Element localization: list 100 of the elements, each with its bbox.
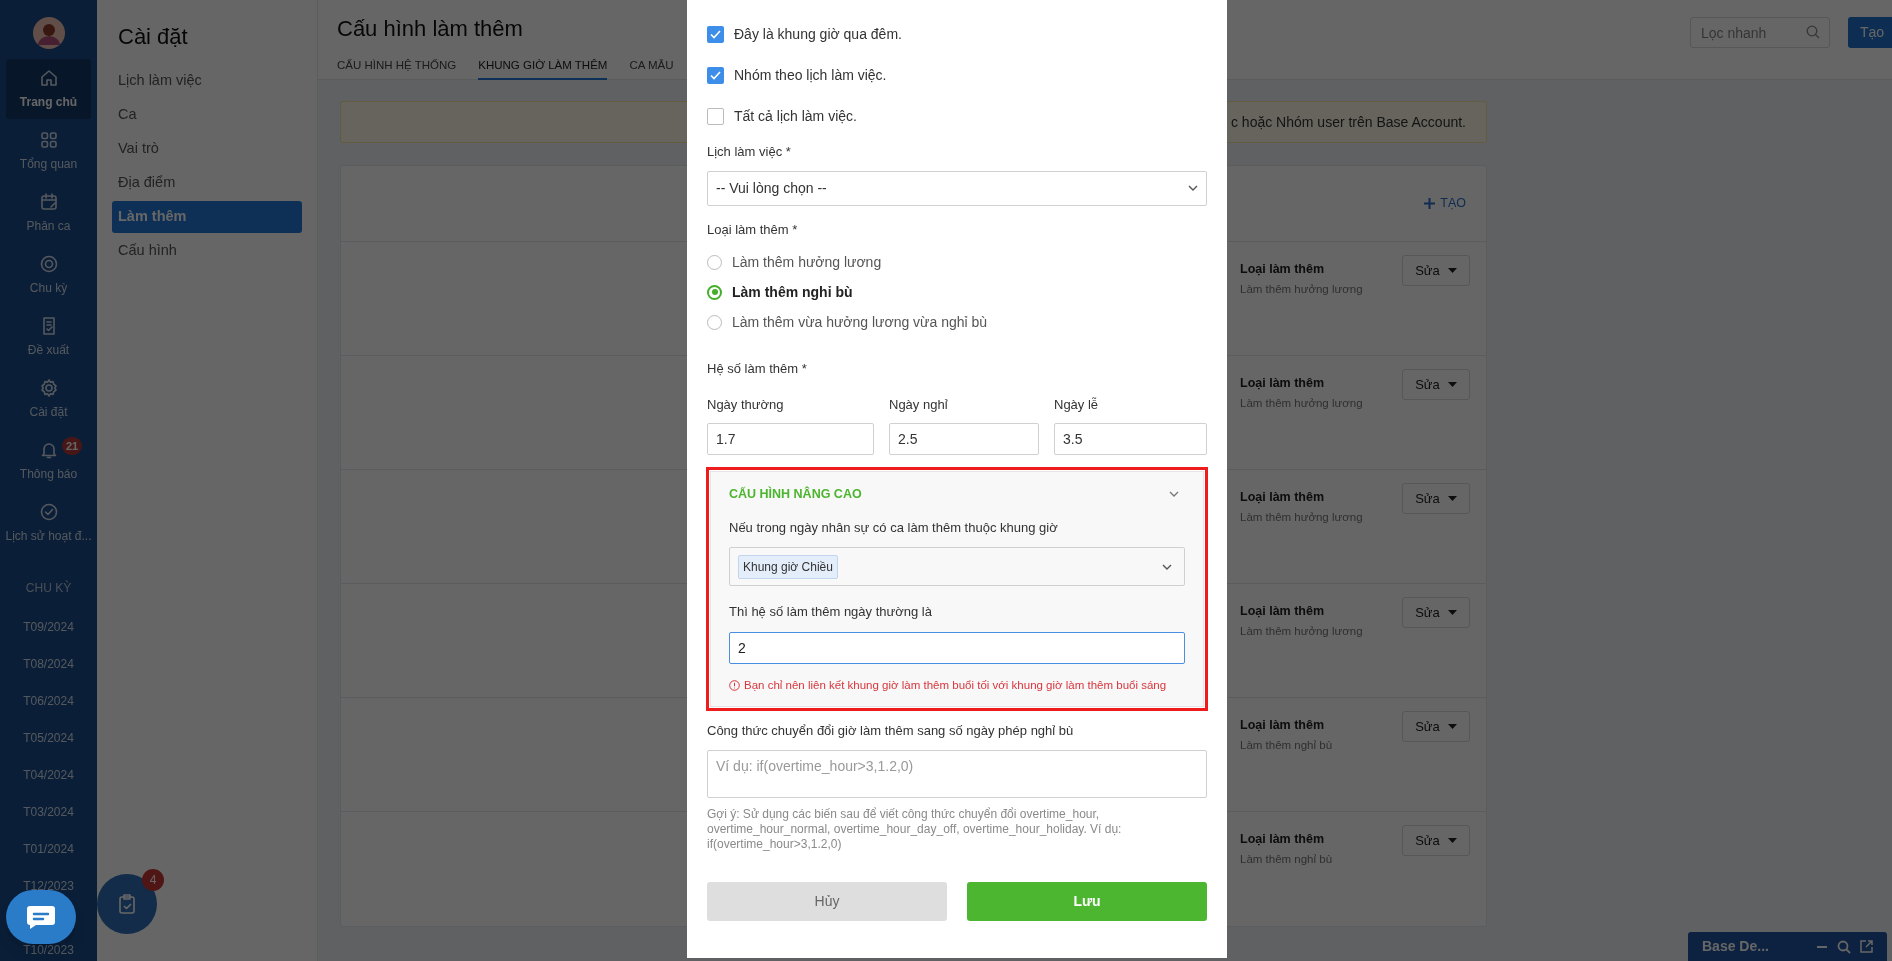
input-field[interactable]: 1.7 [707,423,874,455]
menu-item[interactable]: Làm thêm [112,201,302,233]
period-link[interactable]: T06/2024 [23,694,74,708]
tab[interactable]: CẤU HÌNH HỆ THỐNG [337,53,457,80]
radio-button[interactable] [707,284,722,300]
circle-icon [38,253,59,274]
chat-bar[interactable]: Base De... [1688,932,1887,961]
input-field[interactable]: 2 [729,631,1185,664]
caret-icon [1447,610,1457,615]
checkbox-label: Tất cả lịch làm việc. [734,106,857,126]
period-link[interactable]: T10/2023 [23,943,74,957]
chevron-down-icon[interactable] [1169,491,1179,498]
row-title: Loại làm thêm [1240,489,1326,506]
checkbox[interactable] [707,25,724,43]
checkbox-label: Nhóm theo lịch làm việc. [734,65,887,85]
nav-item[interactable]: Phân ca [6,183,91,243]
row-title: Loại làm thêm [1240,261,1326,278]
caret-icon [1447,496,1457,501]
notification-badge: 21 [62,437,83,455]
period-link[interactable]: T01/2024 [23,842,74,856]
checkbox-label: Đây là khung giờ qua đêm. [734,24,902,44]
edit-dropdown-button[interactable]: Sửa [1402,711,1470,742]
tab[interactable]: KHUNG GIỜ LÀM THÊM [478,53,608,80]
menu-item[interactable]: Lịch làm việc [112,65,302,97]
menu-item[interactable]: Ca [112,99,302,131]
edit-dropdown-button[interactable]: Sửa [1402,369,1470,400]
period-link[interactable]: T08/2024 [23,657,74,671]
multi-select-field[interactable]: Khung giờ Chiều [729,547,1185,587]
nav-item[interactable]: Tổng quan [6,121,91,181]
nav-item[interactable]: Lịch sử hoạt đ... [6,493,91,553]
select-placeholder: -- Vui lòng chọn -- [716,178,827,198]
check-circle-icon [38,501,59,522]
avatar[interactable] [32,17,65,49]
grid-icon [38,129,59,150]
menu-item[interactable]: Cấu hình [112,235,302,267]
row-title: Loại làm thêm [1240,717,1326,734]
field-label: Công thức chuyển đổi giờ làm thêm sang số ngày phép nghỉ bù [707,722,1075,740]
period-link[interactable]: T03/2024 [23,805,74,819]
period-link[interactable]: T12/2023 [23,879,74,893]
settings-icon [38,377,59,398]
nav-item[interactable]: Trang chủ [6,59,91,119]
search-icon[interactable] [1837,939,1851,954]
search-icon [1806,25,1820,39]
edit-dropdown-button[interactable]: Sửa [1402,597,1470,628]
radio-label: Làm thêm hưởng lương [732,252,882,272]
create-link[interactable]: TẠO [1424,194,1466,213]
selected-tag[interactable]: Khung giờ Chiều [738,554,838,579]
row-title: Loại làm thêm [1240,603,1326,620]
clipboard-icon [116,893,138,915]
chevron-down-icon [1188,185,1198,191]
input-field[interactable]: 2.5 [889,423,1039,455]
tab[interactable]: CA MẪU [629,53,674,80]
period-link[interactable]: T09/2024 [23,620,74,634]
nav-item[interactable]: Cài đặt [6,369,91,429]
cancel-button[interactable]: Hủy [707,881,947,921]
nav-item[interactable]: Thông báo 21 [6,431,91,491]
edit-dropdown-button[interactable]: Sửa [1402,483,1470,514]
plus-icon [1424,198,1436,209]
radio-button[interactable] [707,314,722,330]
field-label: Loại làm thêm * [707,220,799,239]
checkbox[interactable] [707,66,724,84]
save-button[interactable]: Lưu [967,881,1207,921]
field-label: Hệ số làm thêm * [707,360,808,378]
field-label: Lịch làm việc * [707,143,792,161]
error-message: Bạn chỉ nên liên kết khung giờ làm thêm buổi tối với khung giờ làm thêm buổi sáng [744,677,1167,693]
radio-button[interactable] [707,254,722,270]
chat-icon [26,905,56,929]
field-label: Ngày nghỉ [889,395,949,414]
period-link[interactable]: T04/2024 [23,768,74,782]
edit-dropdown-button[interactable]: Sửa [1402,825,1470,856]
alert-icon [729,679,740,691]
notice-text: c hoặc Nhóm user trên Base Account. [1231,112,1466,132]
select-field[interactable]: -- Vui lòng chọn -- [707,170,1207,206]
menu-title: Cài đặt [117,23,189,51]
page-title: Cấu hình làm thêm [337,15,523,43]
nav-item[interactable]: Chu kỳ [6,245,91,305]
create-button[interactable]: Tạo [1848,17,1892,48]
hint-text: Gợi ý: Sử dụng các biến sau để viết công thức chuyển đổi overtime_hour, overtime_hour_normal, overtime_hour_day_off, overtime_hour_holiday. Ví dụ: if(overtime_hour>3,1.2,0) [707,806,1123,852]
calendar-icon [38,191,59,212]
formula-input[interactable]: Ví dụ: if(overtime_hour>3,1.2,0) [707,749,1207,798]
row-title: Loại làm thêm [1240,831,1326,848]
chat-bar-title: Base De... [1702,937,1770,956]
edit-dropdown-button[interactable]: Sửa [1402,255,1470,286]
check-icon [710,70,721,80]
radio-label: Làm thêm vừa hưởng lương vừa nghỉ bù [732,312,988,332]
input-field[interactable]: 3.5 [1054,423,1207,455]
period-link[interactable]: T05/2024 [23,731,74,745]
field-label: Thì hệ số làm thêm ngày thường là [729,603,933,622]
checkbox[interactable] [707,107,724,125]
nav-item[interactable]: Đề xuất [6,307,91,367]
field-label: Ngày thường [707,395,785,414]
external-link-icon[interactable] [1860,940,1873,953]
chevron-down-icon [1162,563,1172,570]
caret-icon [1447,724,1457,729]
caret-icon [1447,268,1457,273]
menu-item[interactable]: Địa điểm [112,167,302,199]
check-icon [710,29,721,39]
menu-item[interactable]: Vai trò [112,133,302,165]
home-icon [38,67,59,88]
caret-icon [1447,382,1457,387]
